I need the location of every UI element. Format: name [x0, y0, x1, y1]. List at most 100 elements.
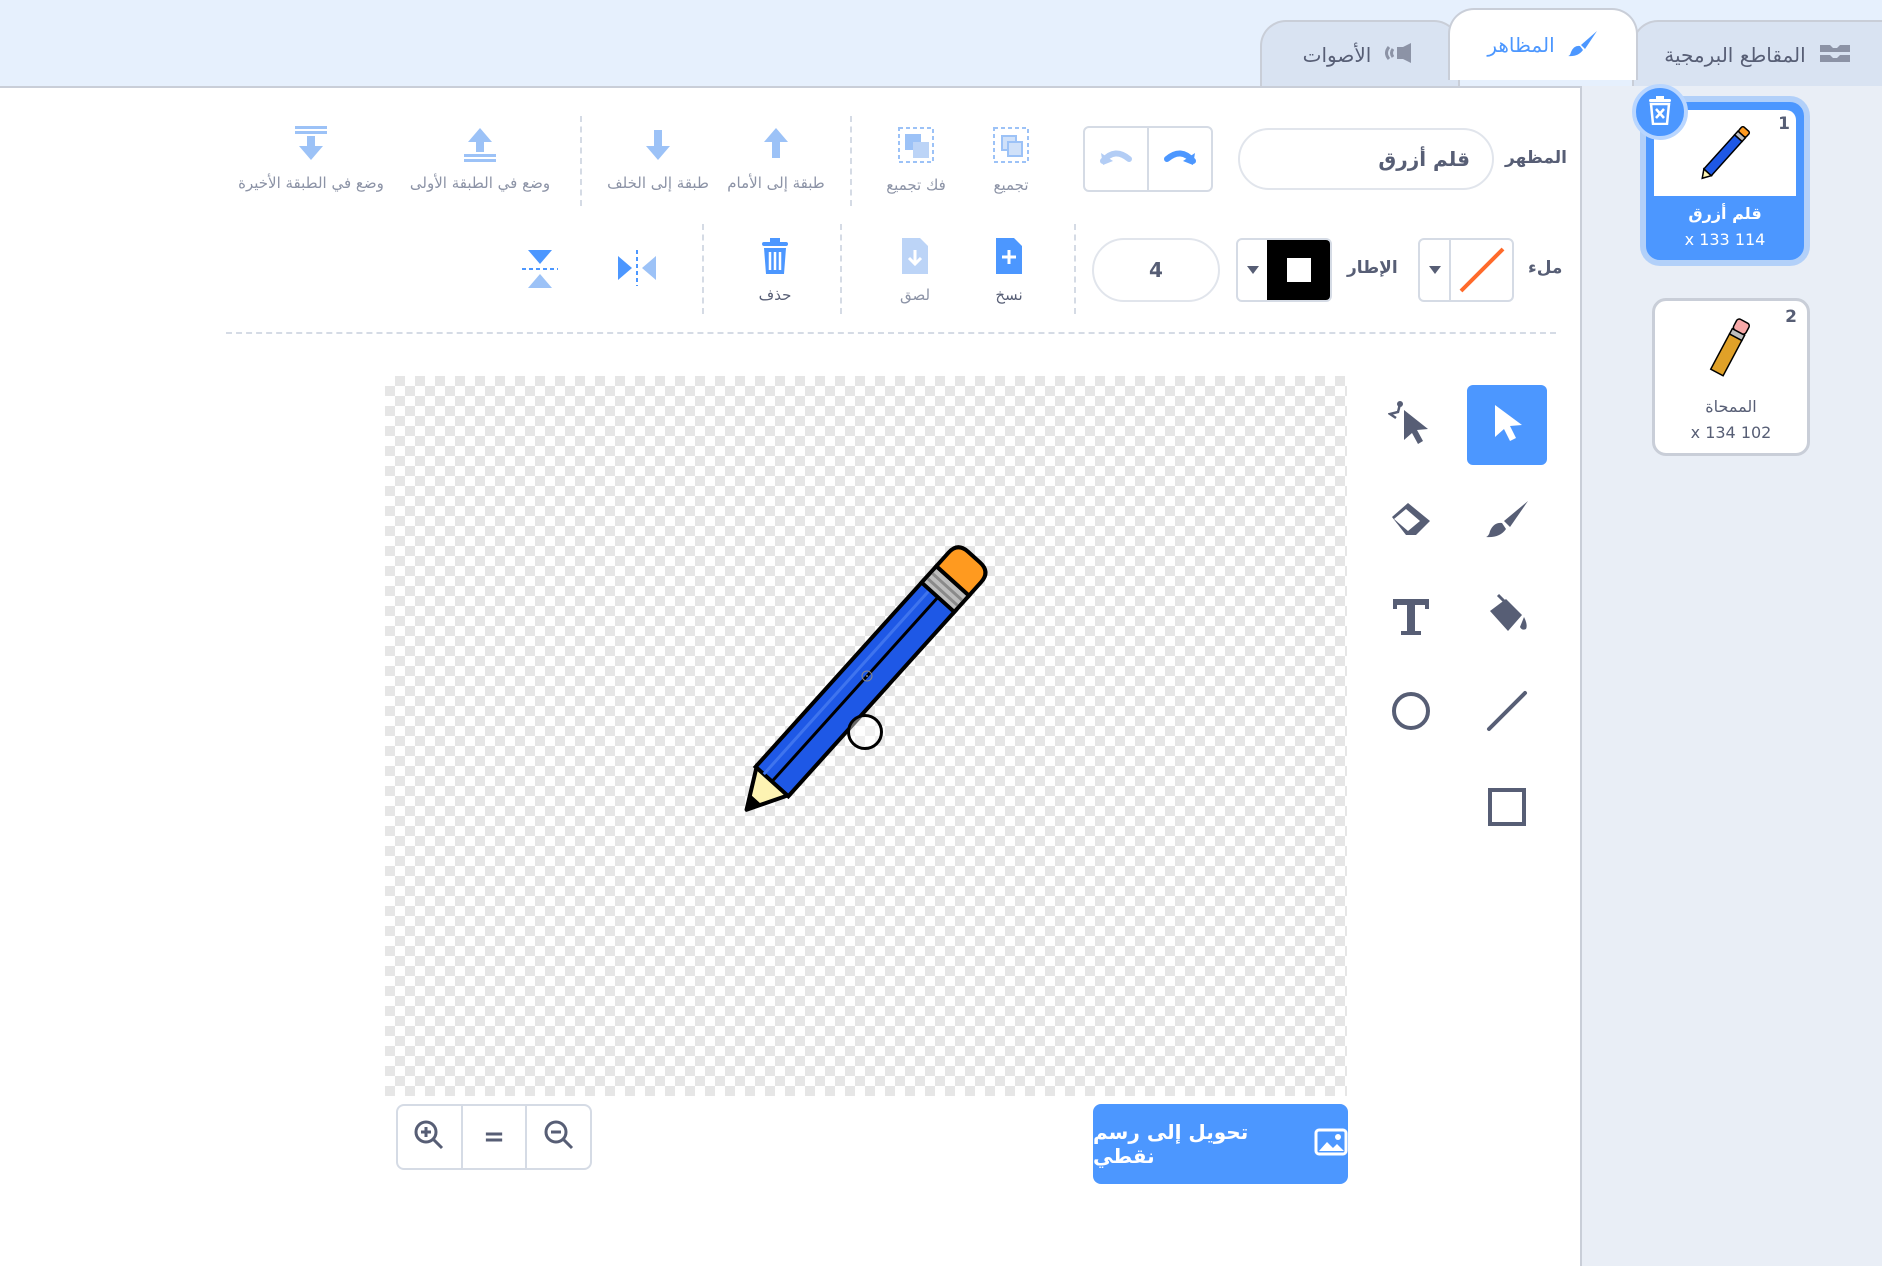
zoom-out-button[interactable] [527, 1106, 590, 1168]
fill-label: ملء [1528, 258, 1563, 278]
paste-icon [898, 236, 932, 280]
costume-size: x 133 114 [1684, 230, 1766, 249]
zoom-out-icon [543, 1119, 575, 1155]
text-icon [1391, 595, 1431, 639]
zoom-reset-button[interactable]: = [463, 1106, 528, 1168]
undo-redo-group [1083, 126, 1213, 192]
select-tool[interactable] [1467, 385, 1547, 465]
tab-code[interactable]: المقاطع البرمجية [1632, 20, 1882, 88]
paste-button[interactable]: لصق [892, 236, 938, 304]
ungroup-button[interactable]: فك تجميع [883, 124, 949, 194]
brush-tool[interactable] [1467, 481, 1547, 561]
backward-button[interactable]: طبقة إلى الخلف [606, 124, 710, 192]
eraser-icon [1388, 499, 1434, 543]
back-label: وضع في الطبقة الأخيرة [238, 174, 384, 192]
copy-label: نسخ [995, 286, 1023, 304]
reshape-tool[interactable] [1371, 385, 1451, 465]
sound-icon [1383, 41, 1417, 70]
redo-icon [1163, 145, 1197, 173]
undo-button[interactable] [1085, 128, 1149, 190]
divider [1074, 224, 1076, 314]
convert-to-bitmap-button[interactable]: تحويل إلى رسم نقطي [1093, 1104, 1348, 1184]
reshape-cursor-icon [1386, 400, 1434, 450]
flip-horizontal-icon [614, 250, 660, 292]
divider [580, 116, 582, 206]
toolbar-divider [226, 332, 1556, 334]
forward-button[interactable]: طبقة إلى الأمام [726, 124, 826, 192]
undo-icon [1099, 145, 1133, 173]
trash-icon [758, 236, 792, 280]
front-label: وضع في الطبقة الأولى [409, 174, 551, 192]
group-icon [990, 124, 1032, 170]
redo-button[interactable] [1149, 128, 1211, 190]
trash-icon [1647, 95, 1673, 129]
arrow-up-icon [756, 124, 796, 168]
ungroup-icon [895, 124, 937, 170]
line-icon [1485, 689, 1529, 737]
eraser-pencil-thumbnail [1699, 309, 1763, 387]
line-tool[interactable] [1467, 673, 1547, 753]
forward-label: طبقة إلى الأمام [727, 174, 825, 192]
flip-vertical-icon [520, 250, 560, 296]
rotation-center-handle[interactable] [847, 714, 883, 750]
outline-width-input[interactable]: 4 [1092, 238, 1220, 302]
convert-label: تحويل إلى رسم نقطي [1093, 1120, 1249, 1168]
dropdown-arrow-icon [1238, 240, 1267, 300]
divider [840, 224, 842, 314]
costume-list: 1 قلم أزرق x 133 114 2 الممحاة x 134 102 [1582, 84, 1882, 1266]
fill-color-picker[interactable] [1418, 238, 1514, 302]
zoom-in-button[interactable] [398, 1106, 463, 1168]
zoom-controls: = [396, 1104, 592, 1170]
back-button[interactable]: وضع في الطبقة الأخيرة [232, 124, 390, 192]
outline-label: الإطار [1347, 258, 1398, 278]
flip-vertical-button[interactable] [520, 246, 560, 296]
code-icon [1818, 41, 1852, 70]
fill-tool[interactable] [1467, 577, 1547, 657]
costume-item-2[interactable]: 2 الممحاة x 134 102 [1652, 298, 1810, 456]
tab-costumes-label: المظاهر [1487, 33, 1555, 57]
arrow-top-icon [458, 124, 502, 168]
bitmap-image-icon [1314, 1128, 1348, 1161]
costume-name-label: المظهر [1505, 148, 1567, 168]
costume-name: الممحاة [1705, 397, 1757, 416]
costume-name-value: قلم أزرق [1378, 147, 1470, 171]
costume-name: قلم أزرق [1688, 204, 1762, 223]
eraser-tool[interactable] [1371, 481, 1451, 561]
paste-label: لصق [899, 286, 931, 304]
paint-canvas[interactable] [385, 376, 1347, 1096]
rectangle-icon [1486, 786, 1528, 832]
divider [850, 116, 852, 206]
tab-costumes[interactable]: المظاهر [1448, 8, 1638, 80]
costume-name-input[interactable]: قلم أزرق [1238, 128, 1494, 190]
text-tool[interactable] [1371, 577, 1451, 657]
costume-number: 1 [1778, 114, 1790, 134]
front-button[interactable]: وضع في الطبقة الأولى [405, 124, 555, 192]
circle-icon [1390, 690, 1432, 736]
tab-sounds[interactable]: الأصوات [1260, 20, 1460, 88]
divider [702, 224, 704, 314]
arrow-cursor-icon [1489, 403, 1525, 447]
costume-size: x 134 102 [1690, 423, 1772, 442]
ungroup-label: فك تجميع [886, 176, 946, 194]
fill-swatch [1451, 240, 1512, 300]
flip-horizontal-button[interactable] [614, 248, 660, 292]
outline-color-picker[interactable] [1236, 238, 1332, 302]
delete-costume-button[interactable] [1632, 84, 1688, 140]
zoom-reset-label: = [483, 1122, 505, 1152]
delete-label: حذف [758, 286, 792, 304]
copy-icon [992, 236, 1026, 280]
backward-label: طبقة إلى الخلف [607, 174, 709, 192]
dropdown-arrow-icon [1420, 240, 1452, 300]
circle-tool[interactable] [1371, 673, 1451, 753]
group-button[interactable]: تجميع [986, 124, 1036, 194]
pencil-thumbnail [1690, 118, 1760, 192]
copy-button[interactable]: نسخ [986, 236, 1032, 304]
delete-button[interactable]: حذف [752, 236, 798, 304]
costume-editor: المظهر قلم أزرق تجميع فك تجميع طبقة إلى … [0, 86, 1582, 1266]
group-label: تجميع [993, 176, 1029, 194]
costume-number: 2 [1785, 307, 1797, 327]
arrow-bottom-icon [289, 124, 333, 168]
tab-sounds-label: الأصوات [1302, 43, 1372, 67]
paint-bucket-icon [1484, 593, 1530, 641]
rectangle-tool[interactable] [1467, 769, 1547, 849]
